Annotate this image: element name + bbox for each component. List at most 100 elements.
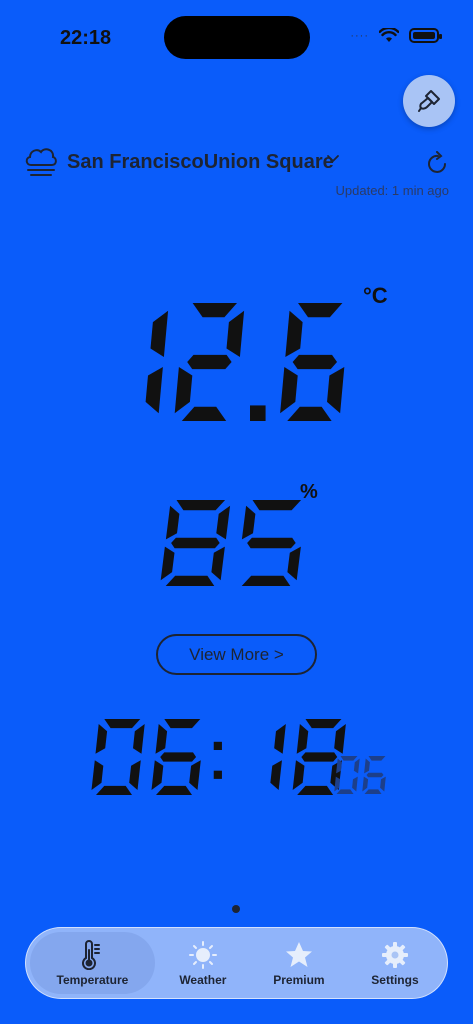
segment-d bbox=[297, 785, 334, 795]
segment-d bbox=[364, 789, 382, 794]
status-icons: ···· bbox=[350, 28, 442, 43]
segment-a bbox=[252, 500, 302, 511]
segment-c bbox=[270, 760, 282, 790]
segment-a bbox=[298, 303, 343, 318]
segment-c bbox=[380, 776, 386, 792]
humidity-value bbox=[160, 500, 308, 591]
segment-a bbox=[176, 500, 226, 511]
temperature-unit: °C bbox=[363, 283, 388, 308]
segment-a bbox=[340, 756, 358, 761]
segment-colon bbox=[213, 741, 222, 779]
segment-e bbox=[151, 760, 164, 790]
segment-g bbox=[171, 537, 220, 549]
segment-digit-1 bbox=[145, 310, 169, 414]
segment-g bbox=[292, 354, 338, 370]
cloud-fog-icon bbox=[25, 148, 57, 176]
segment-digit-6 bbox=[151, 719, 201, 795]
tab-premium[interactable]: Premium bbox=[251, 932, 347, 994]
segment-f bbox=[285, 310, 303, 357]
sun-icon bbox=[188, 940, 217, 969]
segment-d bbox=[96, 785, 132, 795]
segment-e bbox=[292, 760, 305, 790]
dynamic-island bbox=[164, 16, 310, 59]
segment-digit-2 bbox=[174, 303, 245, 421]
segment-e bbox=[174, 367, 193, 414]
segment-a bbox=[164, 719, 201, 729]
segment-e bbox=[362, 776, 369, 792]
segment-d bbox=[241, 575, 291, 586]
view-more-button[interactable]: View More > bbox=[156, 634, 317, 675]
clock-seconds bbox=[334, 756, 388, 799]
clock-hours-minutes bbox=[91, 719, 347, 800]
segment-e bbox=[91, 760, 104, 790]
segment-digit-0 bbox=[334, 756, 360, 794]
seven-segment-display bbox=[91, 719, 346, 795]
tab-weather[interactable]: Weather bbox=[155, 932, 251, 994]
segment-g bbox=[160, 752, 197, 762]
star-icon bbox=[285, 941, 312, 967]
tab-temperature[interactable]: Temperature bbox=[30, 932, 155, 994]
segment-a bbox=[305, 719, 342, 729]
segment-e bbox=[334, 776, 341, 792]
segment-digit-6 bbox=[362, 756, 386, 794]
segment-b bbox=[334, 724, 346, 754]
segment-f bbox=[336, 758, 342, 774]
segment-f bbox=[296, 724, 309, 754]
segment-d bbox=[165, 575, 215, 586]
segment-digit-1 bbox=[270, 724, 286, 790]
segment-decimal-point bbox=[250, 405, 266, 421]
segment-d bbox=[287, 406, 332, 421]
segment-f bbox=[241, 505, 256, 540]
segment-digit-6 bbox=[280, 303, 345, 421]
segment-f bbox=[95, 724, 108, 754]
wifi-icon bbox=[379, 28, 399, 42]
status-time: 22:18 bbox=[60, 27, 112, 49]
segment-g bbox=[187, 354, 232, 370]
segment-f bbox=[364, 758, 370, 774]
tab-settings[interactable]: Settings bbox=[347, 932, 443, 994]
humidity-unit: % bbox=[300, 481, 318, 503]
tab-label: Weather bbox=[179, 972, 227, 987]
tab-label: Premium bbox=[273, 972, 325, 987]
segment-g bbox=[366, 772, 384, 778]
segment-b bbox=[216, 505, 231, 540]
segment-c bbox=[189, 760, 201, 790]
page-indicator-dot bbox=[232, 905, 240, 913]
refresh-icon[interactable] bbox=[427, 151, 449, 175]
segment-f bbox=[165, 505, 180, 540]
location-row[interactable]: San FranciscoUnion Square bbox=[24, 145, 454, 181]
segment-b bbox=[274, 724, 286, 754]
segment-c bbox=[145, 367, 163, 414]
segment-c bbox=[129, 760, 141, 790]
segment-b bbox=[150, 310, 169, 357]
paintbrush-icon bbox=[418, 90, 440, 112]
thermometer-icon bbox=[82, 939, 101, 970]
segment-c bbox=[352, 776, 358, 792]
theme-brush-button[interactable] bbox=[403, 75, 455, 127]
tab-label: Settings bbox=[371, 972, 419, 987]
segment-e bbox=[280, 367, 298, 414]
seven-segment-display bbox=[160, 500, 302, 586]
cellular-signal-icon: ···· bbox=[350, 29, 369, 42]
seven-segment-display bbox=[145, 303, 345, 421]
tab-bar: Temperature Weather Premium Settings bbox=[25, 927, 448, 999]
segment-a bbox=[368, 756, 386, 761]
segment-b bbox=[133, 724, 145, 754]
gear-icon bbox=[381, 941, 408, 968]
updated-time: Updated: 1 min ago bbox=[335, 183, 449, 198]
segment-digit-0 bbox=[91, 719, 145, 795]
segment-a bbox=[192, 303, 237, 318]
segment-d bbox=[336, 789, 354, 794]
segment-c bbox=[211, 546, 225, 581]
segment-g bbox=[301, 752, 338, 762]
chevron-down-icon[interactable] bbox=[326, 154, 340, 164]
battery-icon bbox=[409, 28, 442, 43]
segment-f bbox=[155, 724, 168, 754]
segment-c bbox=[327, 367, 345, 414]
segment-a bbox=[104, 719, 141, 729]
temperature-value bbox=[98, 303, 351, 426]
location-name[interactable]: San FranciscoUnion Square bbox=[67, 151, 334, 174]
segment-g bbox=[247, 537, 296, 549]
segment-digit-5 bbox=[241, 500, 302, 586]
segment-digit-8 bbox=[160, 500, 231, 586]
